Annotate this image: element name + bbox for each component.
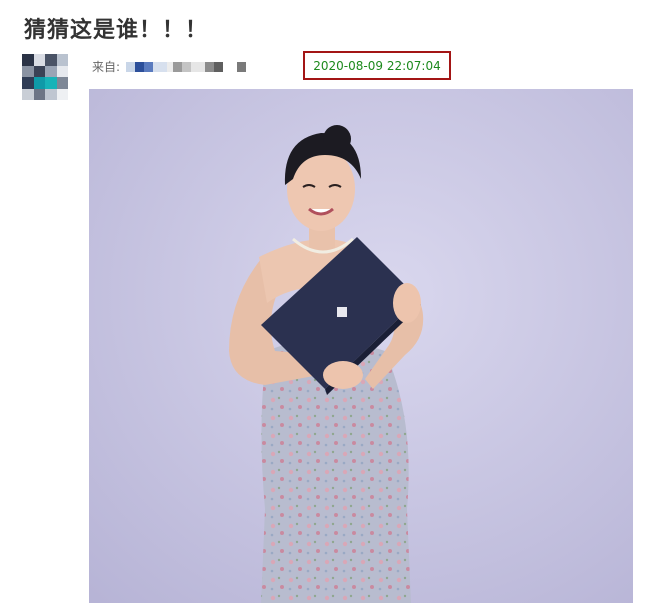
post-timestamp: 2020-08-09 22:07:04 bbox=[313, 58, 441, 73]
post-meta: 来自: bbox=[92, 58, 247, 75]
left-hand bbox=[323, 361, 363, 389]
photo-illustration bbox=[89, 89, 633, 603]
source-label: 来自: bbox=[92, 60, 121, 74]
post-photo[interactable] bbox=[89, 89, 633, 603]
source-name-censored[interactable] bbox=[126, 61, 247, 72]
hair-bun bbox=[323, 125, 351, 153]
post-title: 猜猜这是谁！！！ bbox=[24, 18, 209, 43]
timestamp-highlight: 2020-08-09 22:07:04 bbox=[303, 51, 451, 80]
avatar[interactable] bbox=[22, 54, 68, 100]
right-hand bbox=[393, 283, 421, 323]
